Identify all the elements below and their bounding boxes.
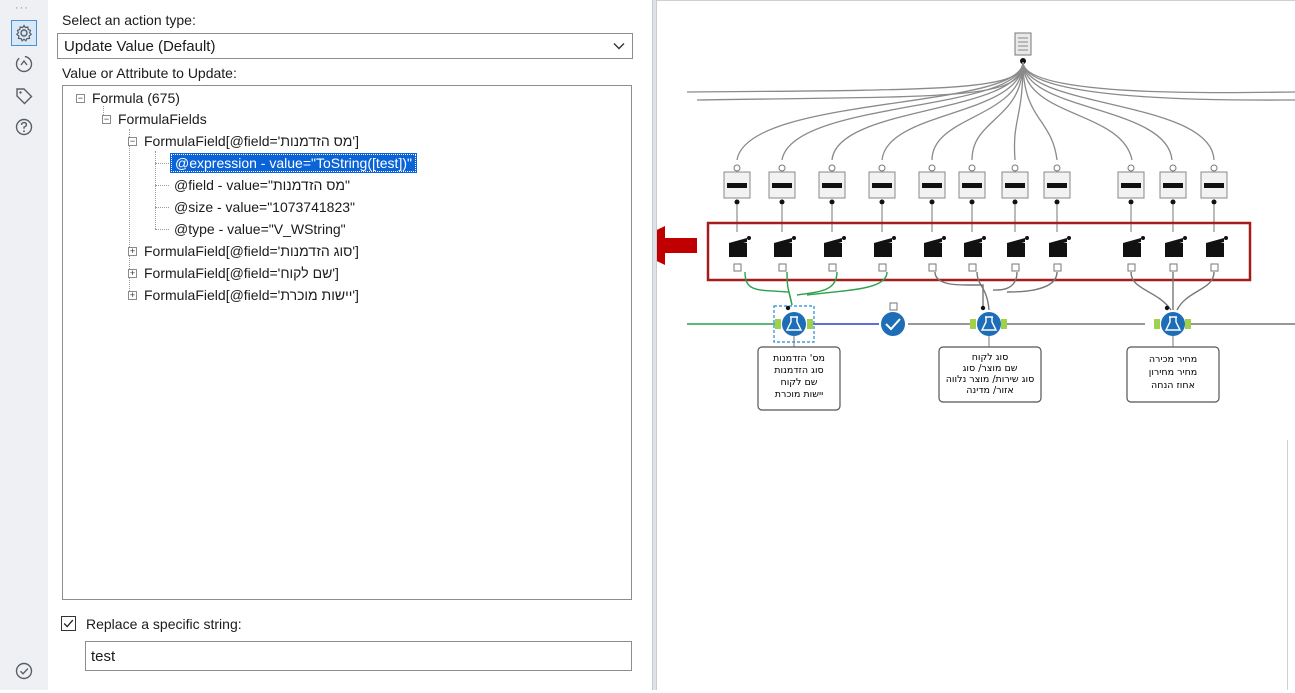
tree-node-label: @field - value="מס הזדמנות" bbox=[174, 177, 351, 193]
tree-node-label: FormulaFields bbox=[118, 111, 207, 127]
tree-node-root[interactable]: − Formula (675) bbox=[76, 87, 180, 109]
toolbar-grip[interactable]: ··· bbox=[15, 2, 29, 14]
annotation-line: סוג לקוח bbox=[972, 352, 1009, 363]
tree-node-label: @size - value="1073741823" bbox=[174, 199, 355, 215]
help-button[interactable] bbox=[11, 114, 37, 140]
navigate-button[interactable] bbox=[11, 51, 37, 77]
tree-node-label: @type - value="V_WString" bbox=[174, 221, 346, 237]
canvas-border bbox=[1287, 440, 1288, 690]
tree-node-size-attr[interactable]: @size - value="1073741823" bbox=[174, 196, 355, 218]
tag-icon bbox=[16, 88, 33, 105]
tree-line bbox=[155, 207, 169, 208]
canvas-border bbox=[657, 0, 1295, 1]
chevron-down-icon bbox=[613, 43, 625, 50]
annotation-line: אחוז הנחה bbox=[1151, 380, 1195, 391]
xml-tree[interactable]: − Formula (675) − FormulaFields − Formul… bbox=[62, 85, 632, 600]
tree-line bbox=[155, 151, 156, 207]
replace-string-label: Replace a specific string: bbox=[86, 616, 242, 632]
collapse-icon[interactable]: − bbox=[102, 115, 111, 124]
configuration-button[interactable] bbox=[11, 20, 37, 46]
action-type-value: Update Value (Default) bbox=[64, 37, 216, 55]
tree-node-label: FormulaField[@field='סוג הזדמנות'] bbox=[144, 243, 359, 259]
annotation-line: סוג הזדמנות bbox=[774, 365, 823, 376]
annotation-line: סוג שירות/ מוצר נלווה bbox=[946, 374, 1035, 385]
tree-node-label: FormulaField[@field='יישות מוכרת'] bbox=[144, 287, 359, 303]
help-icon bbox=[15, 118, 33, 136]
tree-node-label: FormulaField[@field='שם לקוח'] bbox=[144, 265, 339, 281]
tree-node-field-1[interactable]: − FormulaField[@field='מס הזדמנות'] bbox=[128, 130, 359, 152]
workflow-diagram[interactable]: מס' הזדמנות סוג הזדמנות שם לקוח יישות מו… bbox=[625, 0, 1295, 690]
tree-node-formulafields[interactable]: − FormulaFields bbox=[102, 108, 207, 130]
workflow-canvas[interactable]: מס' הזדמנות סוג הזדמנות שם לקוח יישות מו… bbox=[625, 0, 1295, 690]
annotation-line: שם מוצר/ סוג bbox=[963, 363, 1018, 374]
annotation-line: שם לקוח bbox=[781, 377, 818, 388]
replace-string-input[interactable] bbox=[85, 641, 632, 671]
tree-node-label-selected: @expression - value="ToString([test])" bbox=[170, 153, 417, 173]
annotation-line: יישות מוכרת bbox=[775, 389, 824, 400]
tree-line bbox=[155, 229, 169, 230]
replace-string-checkbox[interactable] bbox=[61, 616, 76, 631]
expand-icon[interactable]: + bbox=[128, 291, 137, 300]
annotation-box-1[interactable]: מס' הזדמנות סוג הזדמנות שם לקוח יישות מו… bbox=[757, 336, 841, 411]
left-toolbar: ··· bbox=[0, 0, 49, 690]
value-attribute-label: Value or Attribute to Update: bbox=[62, 65, 237, 81]
annotation-line: מחיר מכירה bbox=[1149, 354, 1197, 365]
tree-node-expression[interactable]: @expression - value="ToString([test])" bbox=[170, 152, 417, 174]
tree-node-field-attr[interactable]: @field - value="מס הזדמנות" bbox=[174, 174, 350, 196]
validate-button[interactable] bbox=[11, 658, 37, 684]
collapse-icon[interactable]: − bbox=[128, 137, 137, 146]
tree-node-type-attr[interactable]: @type - value="V_WString" bbox=[174, 218, 346, 240]
configuration-panel: Select an action type: Update Value (Def… bbox=[48, 0, 652, 690]
collapse-icon[interactable]: − bbox=[76, 94, 85, 103]
gear-icon bbox=[15, 24, 33, 42]
tree-node-field-3[interactable]: + FormulaField[@field='שם לקוח'] bbox=[128, 262, 339, 284]
tree-node-label: FormulaField[@field='מס הזדמנות'] bbox=[144, 133, 359, 149]
tree-node-field-2[interactable]: + FormulaField[@field='סוג הזדמנות'] bbox=[128, 240, 359, 262]
tree-line bbox=[155, 163, 169, 164]
annotation-button[interactable] bbox=[11, 83, 37, 109]
tree-node-field-4[interactable]: + FormulaField[@field='יישות מוכרת'] bbox=[128, 284, 359, 306]
tree-line bbox=[155, 185, 169, 186]
annotation-line: מס' הזדמנות bbox=[773, 353, 825, 364]
tree-node-label: Formula (675) bbox=[92, 90, 180, 106]
action-type-label: Select an action type: bbox=[62, 12, 196, 28]
action-type-select[interactable]: Update Value (Default) bbox=[57, 33, 633, 59]
check-circle-icon bbox=[15, 662, 33, 680]
annotation-line: מחיר מחירון bbox=[1149, 367, 1198, 378]
tree-line bbox=[155, 207, 156, 229]
expand-icon[interactable]: + bbox=[128, 247, 137, 256]
annotation-line: אזור/ מדינה bbox=[966, 385, 1014, 396]
expand-icon[interactable]: + bbox=[128, 269, 137, 278]
checkmark-icon bbox=[63, 619, 74, 628]
navigate-icon bbox=[15, 55, 33, 73]
